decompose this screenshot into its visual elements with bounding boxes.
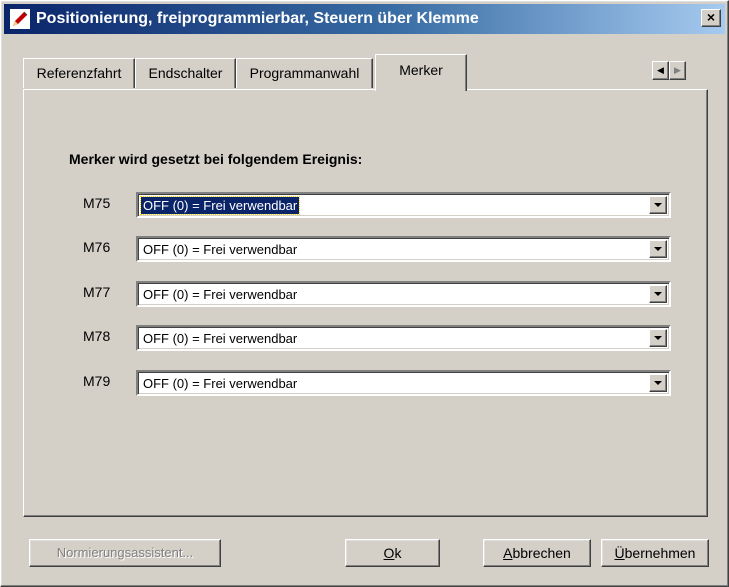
cancel-button[interactable]: Abbrechen bbox=[483, 539, 591, 567]
tab-label: Programmanwahl bbox=[249, 65, 360, 81]
normierungsassistent-button[interactable]: Normierungsassistent... bbox=[29, 539, 221, 567]
tab-strip: Referenzfahrt Endschalter Programmanwahl… bbox=[23, 54, 703, 91]
apply-accelerator: Ü bbox=[614, 545, 625, 561]
ok-label-rest: k bbox=[394, 545, 402, 561]
arrow-left-icon: ◀ bbox=[657, 65, 664, 75]
tab-label: Endschalter bbox=[148, 65, 223, 81]
dialog-window: Positionierung, freiprogrammierbar, Steu… bbox=[0, 0, 729, 587]
tab-programmanwahl[interactable]: Programmanwahl bbox=[236, 58, 373, 88]
apply-button[interactable]: Übernehmen bbox=[601, 539, 709, 567]
tab-label: Referenzfahrt bbox=[36, 65, 122, 81]
tab-referenzfahrt[interactable]: Referenzfahrt bbox=[23, 58, 135, 88]
window-title: Positionierung, freiprogrammierbar, Steu… bbox=[36, 10, 479, 27]
title-bar[interactable]: Positionierung, freiprogrammierbar, Steu… bbox=[4, 4, 725, 34]
apply-label-rest: bernehmen bbox=[624, 545, 696, 561]
tab-panel-merker bbox=[23, 89, 708, 517]
arrow-right-icon: ▶ bbox=[674, 65, 681, 75]
ok-button[interactable]: Ok bbox=[345, 539, 440, 567]
tab-scroll-right-button[interactable]: ▶ bbox=[669, 61, 686, 80]
tab-endschalter[interactable]: Endschalter bbox=[135, 58, 236, 88]
tab-scroll-left-button[interactable]: ◀ bbox=[652, 61, 669, 80]
tab-merker[interactable]: Merker bbox=[375, 54, 467, 91]
ok-accelerator: O bbox=[383, 545, 395, 561]
close-button[interactable]: × bbox=[701, 9, 721, 27]
tab-label: Merker bbox=[399, 62, 443, 78]
close-icon: × bbox=[706, 9, 716, 25]
cancel-label-rest: bbrechen bbox=[512, 545, 571, 561]
pencil-icon bbox=[10, 9, 30, 29]
